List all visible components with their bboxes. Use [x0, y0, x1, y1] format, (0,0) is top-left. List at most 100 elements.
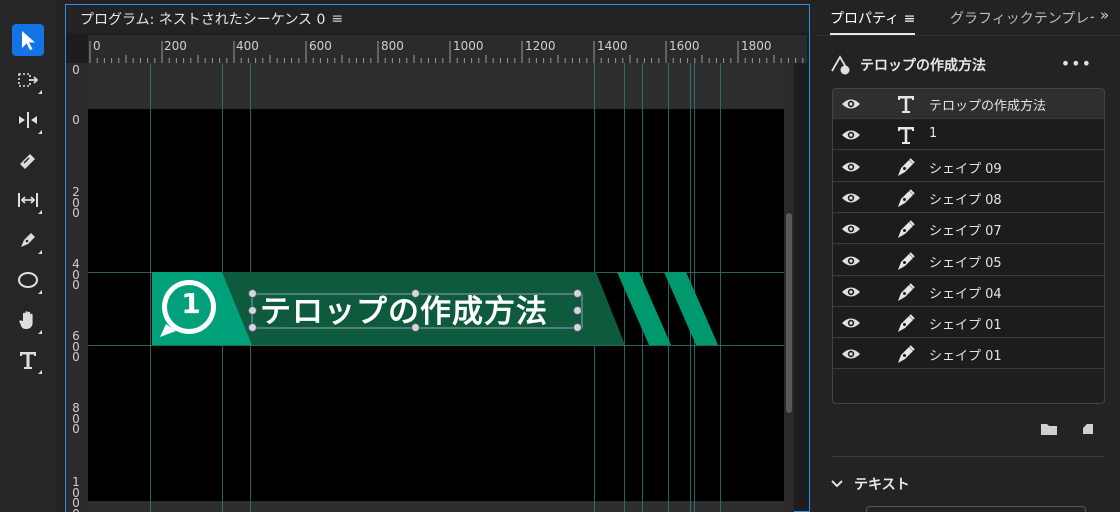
font-field[interactable]	[866, 506, 1086, 512]
ruler-label: 0	[72, 63, 80, 77]
pen-shape-layer-icon	[898, 251, 915, 270]
ellipse-tool-button[interactable]	[12, 264, 44, 296]
layer-name: テロップの作成方法	[929, 99, 1047, 114]
new-layer-icon[interactable]	[1080, 421, 1096, 437]
premiere-workspace: プログラム: ネストされたシーケンス 0 ≡ 0 200 400 600 800…	[0, 0, 1120, 512]
arrow-pointer-icon	[22, 31, 35, 50]
type-tool-button[interactable]	[12, 344, 44, 376]
eye-visibility-icon[interactable]	[841, 127, 861, 143]
program-header: プログラム: ネストされたシーケンス 0 ≡	[66, 5, 809, 33]
ruler-label: 1400	[597, 39, 628, 53]
layer-list: テロップの作成方法 1 シェイプ 09 シェイプ 08 シェイプ 07 シェイプ 05 シェ…	[832, 88, 1105, 404]
ruler-label: 600	[72, 329, 80, 364]
layer-row[interactable]: シェイプ 01	[833, 339, 1104, 370]
eye-visibility-icon[interactable]	[841, 346, 861, 362]
pen-shape-layer-icon	[898, 189, 915, 207]
slip-icon	[18, 193, 38, 207]
program-monitor: プログラム: ネストされたシーケンス 0 ≡ 0 200 400 600 800…	[65, 4, 810, 512]
layer-name: シェイプ 05	[929, 255, 1002, 271]
panel-menu-icon[interactable]: ≡	[904, 11, 916, 27]
graphic-header: テロップの作成方法 •••	[830, 52, 1110, 78]
layer-row[interactable]: シェイプ 01	[833, 308, 1104, 339]
pen-shape-layer-icon	[898, 220, 915, 239]
layer-row[interactable]: シェイプ 07	[833, 214, 1104, 245]
ruler-label: 200	[72, 185, 80, 220]
ruler-label: 1200	[525, 39, 556, 53]
section-divider	[832, 456, 1104, 457]
razor-icon	[20, 154, 35, 169]
transform-handle[interactable]	[248, 306, 257, 315]
guide-line[interactable]	[150, 63, 151, 512]
panel-menu-icon[interactable]: ≡	[331, 11, 343, 27]
ruler-label: 600	[309, 39, 332, 53]
hand-tool-button[interactable]	[12, 304, 44, 336]
eye-visibility-icon[interactable]	[841, 315, 861, 331]
layer-name: シェイプ 01	[929, 349, 1002, 365]
ruler-label: 1000	[453, 39, 484, 53]
caption-slash	[664, 272, 718, 345]
ellipse-icon	[18, 272, 38, 288]
layer-actions	[1036, 420, 1106, 438]
hand-icon	[19, 311, 33, 329]
transform-handle[interactable]	[573, 323, 582, 332]
track-select-icon	[18, 73, 39, 87]
eye-visibility-icon[interactable]	[841, 221, 861, 237]
slip-tool-button[interactable]	[12, 184, 44, 216]
chevron-down-icon	[831, 480, 843, 488]
layer-row[interactable]: テロップの作成方法	[833, 89, 1104, 119]
tab-overflow-icon[interactable]: »	[1100, 6, 1109, 24]
transform-handle[interactable]	[411, 289, 420, 298]
program-title[interactable]: プログラム: ネストされたシーケンス 0	[80, 9, 325, 29]
scrollbar-thumb[interactable]	[786, 213, 792, 413]
ripple-edit-tool-button[interactable]	[12, 104, 44, 136]
layer-row[interactable]: シェイプ 09	[833, 151, 1104, 182]
ruler-label: 1800	[741, 39, 772, 53]
ripple-edit-icon	[19, 112, 37, 128]
text-section-header[interactable]: テキスト	[830, 474, 910, 494]
transform-handle[interactable]	[248, 323, 257, 332]
track-select-tool-button[interactable]	[12, 64, 44, 96]
type-icon	[20, 352, 36, 369]
selection-tool-button[interactable]	[12, 24, 44, 56]
vertical-ruler[interactable]: 0 0 200 400 600 800 1000	[66, 63, 88, 512]
pen-shape-layer-icon	[898, 314, 915, 333]
caption-text[interactable]: テロップの作成方法	[260, 286, 548, 331]
ruler-label: 800	[72, 401, 80, 436]
pen-shape-layer-icon	[898, 345, 915, 364]
vertical-scrollbar[interactable]	[784, 63, 794, 512]
caption-graphic[interactable]: 1 テロップの作成方法	[152, 272, 732, 345]
new-group-folder-icon[interactable]	[1040, 422, 1058, 436]
layer-row[interactable]: 1	[833, 120, 1104, 151]
razor-tool-button[interactable]	[12, 144, 44, 176]
pen-shape-layer-icon	[898, 157, 915, 176]
ruler-label: 800	[381, 39, 404, 53]
ruler-label: 1600	[669, 39, 700, 53]
eye-visibility-icon[interactable]	[841, 284, 861, 300]
tab-graphic-templates[interactable]: グラフィックテンプレート	[950, 8, 1094, 28]
layer-row[interactable]: シェイプ 08	[833, 182, 1104, 213]
properties-panel: プロパティ ≡ グラフィックテンプレート » テロップの作成方法 ••• テロッ…	[816, 0, 1120, 512]
tools-panel	[0, 0, 56, 512]
transform-handle[interactable]	[573, 289, 582, 298]
pen-icon	[21, 233, 35, 247]
pen-shape-layer-icon	[898, 283, 915, 301]
layer-row[interactable]: シェイプ 04	[833, 276, 1104, 307]
layer-row[interactable]: シェイプ 05	[833, 245, 1104, 276]
more-options-icon[interactable]: •••	[1061, 54, 1092, 73]
eye-visibility-icon[interactable]	[841, 253, 861, 269]
horizontal-ruler[interactable]: 0 200 400 600 800 1000 1200 1400 1600 18…	[88, 35, 807, 63]
transform-handle[interactable]	[248, 289, 257, 298]
text-section-label: テキスト	[854, 477, 910, 493]
pen-tool-button[interactable]	[12, 224, 44, 256]
layer-name: シェイプ 08	[929, 192, 1002, 208]
eye-visibility-icon[interactable]	[841, 190, 861, 206]
text-layer-icon	[898, 96, 914, 113]
program-canvas[interactable]: 1 テロップの作成方法	[88, 63, 785, 512]
eye-visibility-icon[interactable]	[841, 159, 861, 175]
ruler-label: 200	[164, 39, 187, 53]
graphic-shape-icon	[831, 55, 850, 75]
transform-handle[interactable]	[411, 323, 420, 332]
eye-visibility-icon[interactable]	[841, 96, 861, 112]
transform-handle[interactable]	[573, 306, 582, 315]
tab-properties[interactable]: プロパティ ≡	[830, 8, 916, 35]
